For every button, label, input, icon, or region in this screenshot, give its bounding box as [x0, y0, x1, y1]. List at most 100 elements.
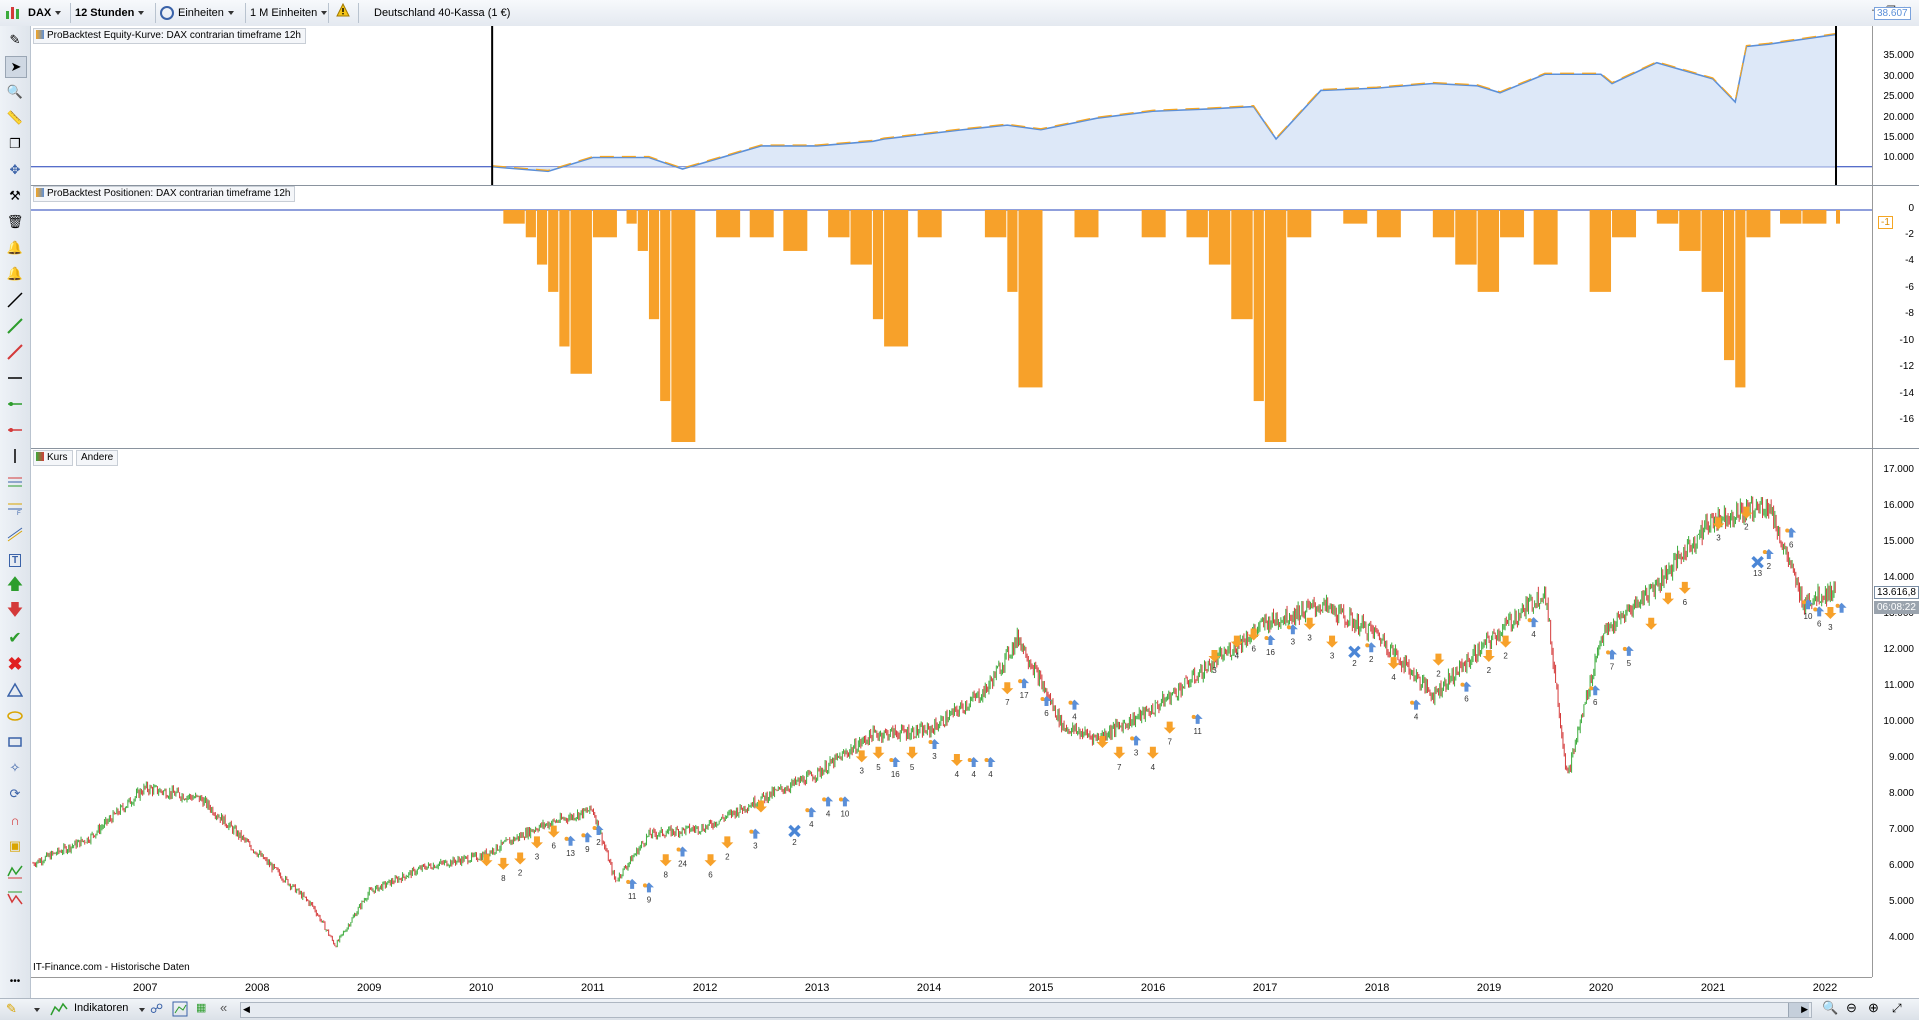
red-line-icon[interactable] — [5, 342, 25, 362]
year-label: 2012 — [692, 982, 718, 994]
exit-dot — [1460, 682, 1465, 687]
fullscreen-icon[interactable]: ⤢ — [1892, 1001, 1902, 1016]
indicator-icon[interactable] — [50, 1001, 68, 1020]
zoom-icon[interactable]: 🔍 — [5, 82, 25, 102]
ellipse-icon[interactable] — [5, 706, 25, 726]
points-icon[interactable]: ✧ — [5, 758, 25, 778]
bottom-bar: ✎ Indikatoren ☍ ▦ « ◀ ▶ 🔍 ⊖ ⊕ ⤢ — [0, 998, 1919, 1020]
refresh-icon[interactable]: ⟳ — [5, 784, 25, 804]
sell-arrow-icon — [1001, 682, 1014, 695]
triangle-icon[interactable] — [5, 680, 25, 700]
price-last-value: 13.616,8 — [1874, 586, 1919, 599]
trash-icon[interactable]: 🗑 — [5, 212, 25, 232]
size-selector[interactable]: 1 M Einheiten — [250, 3, 328, 23]
trade-marker: 24 — [676, 846, 688, 869]
camera-icon[interactable]: ▣ — [5, 836, 25, 856]
position-bar — [503, 210, 525, 224]
svg-text:F: F — [17, 511, 21, 516]
trade-count-label: 2 — [518, 869, 523, 878]
trade-count-label: 3 — [859, 766, 864, 775]
buy-arrow-icon[interactable]: 🡅 — [5, 576, 25, 596]
magnet-icon[interactable]: ⚒ — [5, 186, 25, 206]
magnet-tool-icon[interactable]: ∩ — [5, 810, 25, 830]
trade-marker: 6 — [1678, 581, 1691, 607]
ray-red-icon[interactable] — [5, 420, 25, 440]
trade-count-label: 7 — [1005, 698, 1010, 707]
more-tools-icon[interactable]: ••• — [5, 971, 25, 991]
trade-marker: 4 — [1410, 699, 1422, 722]
horizontal-scrollbar[interactable]: ◀ ▶ — [240, 1002, 1812, 1018]
share-icon[interactable]: ☍ — [150, 1001, 163, 1017]
pattern-icon[interactable] — [5, 862, 25, 882]
alert-icon[interactable]: 🔔 — [5, 238, 25, 258]
instrument-selector[interactable]: DAX — [28, 3, 62, 23]
exit-dot — [928, 740, 933, 745]
vertical-line-icon[interactable] — [5, 446, 25, 466]
sell-arrow-icon — [497, 857, 510, 870]
scroll-right-icon[interactable]: ▶ — [1801, 1004, 1808, 1015]
positions-tick: -6 — [1905, 282, 1914, 293]
trade-marker: 7 — [1113, 746, 1126, 772]
double-chevron-left-icon[interactable]: « — [220, 1000, 227, 1015]
year-label: 2014 — [916, 982, 942, 994]
cross-icon[interactable]: ✖ — [5, 654, 25, 674]
fibonacci-icon[interactable] — [5, 472, 25, 492]
zoom-area-icon[interactable]: 🔍 — [1822, 1000, 1838, 1016]
pattern-red-icon[interactable] — [5, 888, 25, 908]
year-label: 2019 — [1476, 982, 1502, 994]
position-bar — [1533, 210, 1558, 265]
text-tool-icon[interactable]: T — [5, 550, 25, 570]
bell-icon[interactable]: 🔔 — [5, 264, 25, 284]
trade-marker: 5 — [1622, 645, 1634, 668]
trade-marker: 7 — [1001, 682, 1014, 707]
price-legend-andere[interactable]: Andere — [76, 450, 119, 466]
position-bar — [1477, 210, 1500, 292]
pencil-icon[interactable]: ✎ — [5, 30, 25, 50]
green-line-icon[interactable] — [5, 316, 25, 336]
units-selector[interactable]: Einheiten — [160, 3, 234, 23]
price-tick: 7.000 — [1888, 824, 1914, 835]
pointer-icon[interactable]: ➤ — [5, 56, 27, 78]
equity-legend[interactable]: ProBacktest Equity-Kurve: DAX contrarian… — [33, 28, 306, 44]
positions-legend[interactable]: ProBacktest Positionen: DAX contrarian t… — [33, 186, 296, 202]
position-bar — [1780, 210, 1802, 224]
position-bar — [884, 210, 909, 347]
copy-icon[interactable]: ❐ — [5, 134, 25, 154]
ruler-icon[interactable]: 📏 — [5, 108, 25, 128]
layout-icon[interactable] — [172, 1001, 188, 1020]
chevron-down-icon[interactable] — [30, 1004, 40, 1016]
sell-arrow-icon[interactable]: 🡇 — [5, 602, 25, 622]
channel-icon[interactable] — [5, 524, 25, 544]
year-label: 2021 — [1700, 982, 1726, 994]
exit-dot — [1835, 603, 1840, 608]
price-legend-kurs[interactable]: Kurs — [33, 450, 73, 466]
pencil-icon[interactable]: ✎ — [6, 1001, 17, 1017]
indicators-button[interactable]: Indikatoren — [74, 1002, 128, 1014]
trade-count-label: 4 — [1151, 763, 1156, 772]
equity-chart — [31, 26, 1872, 185]
trade-count-label: 10 — [1804, 612, 1813, 621]
trade-count-label: 3 — [535, 852, 540, 861]
trade-count-label: 11 — [628, 892, 637, 901]
move-icon[interactable]: ✥ — [5, 160, 25, 180]
trade-marker: 6 — [1785, 527, 1797, 550]
chart-type-icon[interactable] — [4, 3, 22, 23]
exit-dot — [626, 879, 631, 884]
chevron-down-icon[interactable] — [135, 1004, 145, 1016]
trade-marker: 13 — [1751, 555, 1764, 578]
line-icon[interactable] — [5, 290, 25, 310]
scroll-left-icon[interactable]: ◀ — [243, 1004, 250, 1015]
checkmark-icon[interactable]: ✔ — [5, 628, 25, 648]
exit-dot — [1264, 636, 1269, 641]
fibonacci-fan-icon[interactable]: F — [5, 498, 25, 518]
rectangle-icon[interactable] — [5, 732, 25, 752]
zoom-out-icon[interactable]: ⊖ — [1846, 1000, 1857, 1016]
ray-green-icon[interactable] — [5, 394, 25, 414]
warning-icon[interactable] — [336, 2, 350, 23]
settings-icon[interactable]: ▦ — [196, 1001, 206, 1014]
sell-arrow-icon — [1824, 606, 1837, 619]
horizontal-line-icon[interactable] — [5, 368, 25, 388]
exit-dot — [1802, 600, 1807, 605]
timeframe-selector[interactable]: 12 Stunden — [75, 3, 145, 23]
zoom-in-icon[interactable]: ⊕ — [1868, 1000, 1879, 1016]
